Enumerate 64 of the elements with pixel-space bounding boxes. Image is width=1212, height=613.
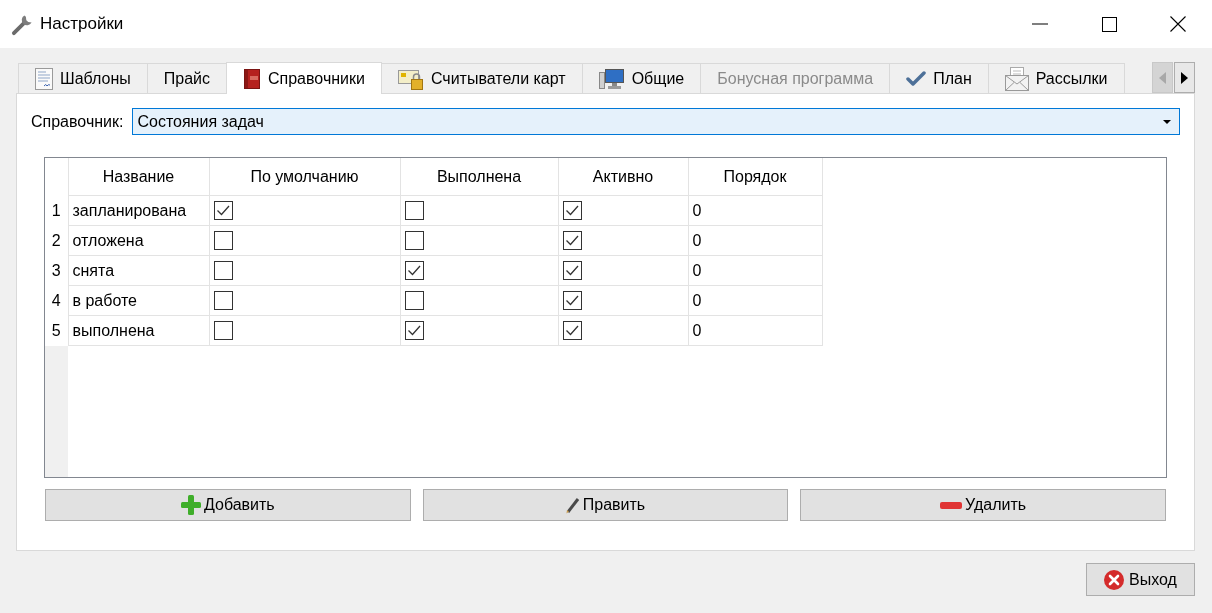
card-lock-icon xyxy=(397,67,424,90)
caret-down-icon xyxy=(1163,119,1171,124)
envelope-icon xyxy=(1004,66,1029,91)
checkbox[interactable] xyxy=(404,261,424,280)
plus-icon xyxy=(180,495,201,515)
checkbox[interactable] xyxy=(213,321,233,340)
tab[interactable]: Шаблоны xyxy=(18,63,148,93)
checkbox[interactable] xyxy=(562,261,582,280)
add-button[interactable]: Добавить xyxy=(45,489,411,521)
checkbox[interactable] xyxy=(213,231,233,250)
tab[interactable]: Рассылки xyxy=(987,63,1125,93)
checkbox[interactable] xyxy=(562,321,582,340)
window-title: Настройки xyxy=(40,14,124,34)
checkbox[interactable] xyxy=(562,291,582,310)
column-header[interactable]: Выполнена xyxy=(400,158,558,196)
checkbox[interactable] xyxy=(404,231,424,250)
table-cell: 0 xyxy=(688,225,822,256)
exit-button[interactable]: Выход xyxy=(1086,563,1195,596)
row-number: 5 xyxy=(45,315,68,346)
checkbox[interactable] xyxy=(213,291,233,310)
dropdown[interactable]: Состояния задач xyxy=(132,108,1180,135)
checkbox[interactable] xyxy=(404,201,424,220)
row-number: 1 xyxy=(45,195,68,226)
computer-icon xyxy=(598,67,625,90)
minus-icon xyxy=(940,501,963,509)
column-header[interactable]: Название xyxy=(68,158,209,196)
column-header[interactable]: По умолчанию xyxy=(209,158,400,196)
checkbox[interactable] xyxy=(213,201,233,220)
table-cell: в работе xyxy=(68,285,209,316)
maximize-icon xyxy=(1101,16,1117,32)
table-cell: отложена xyxy=(68,225,209,256)
document-icon xyxy=(35,67,53,90)
row-number: 2 xyxy=(45,225,68,256)
row-number: 4 xyxy=(45,285,68,316)
table-cell: 0 xyxy=(688,285,822,316)
table-cell: выполнена xyxy=(68,315,209,346)
pencil-icon xyxy=(565,496,580,514)
minimize-icon xyxy=(1032,23,1048,25)
column-header[interactable]: Активно xyxy=(558,158,688,196)
checkbox[interactable] xyxy=(562,231,582,250)
wrench-icon xyxy=(11,12,34,36)
tab[interactable]: Справочники xyxy=(226,62,382,94)
row-number: 3 xyxy=(45,255,68,286)
book-icon xyxy=(243,68,261,89)
table-cell: снята xyxy=(68,255,209,286)
checkbox[interactable] xyxy=(404,291,424,310)
table-cell: 0 xyxy=(688,315,822,346)
edit-button[interactable]: Править xyxy=(422,489,789,521)
scroll-right-button[interactable] xyxy=(1174,62,1195,93)
table-cell: 0 xyxy=(688,195,822,226)
dropdown-label: Справочник: xyxy=(31,112,124,131)
delete-button[interactable]: Удалить xyxy=(800,489,1166,521)
tab[interactable]: Считыватели карт xyxy=(380,63,583,93)
column-header[interactable]: Порядок xyxy=(688,158,822,196)
checkbox[interactable] xyxy=(213,261,233,280)
table-cell: запланирована xyxy=(68,195,209,226)
close-icon xyxy=(1170,16,1186,32)
table-cell: 0 xyxy=(688,255,822,286)
caret-left-icon xyxy=(1159,71,1166,84)
check-icon xyxy=(906,70,927,87)
checkbox[interactable] xyxy=(404,321,424,340)
caret-right-icon xyxy=(1181,71,1188,84)
close-circle-icon xyxy=(1104,569,1125,590)
checkbox[interactable] xyxy=(562,201,582,220)
